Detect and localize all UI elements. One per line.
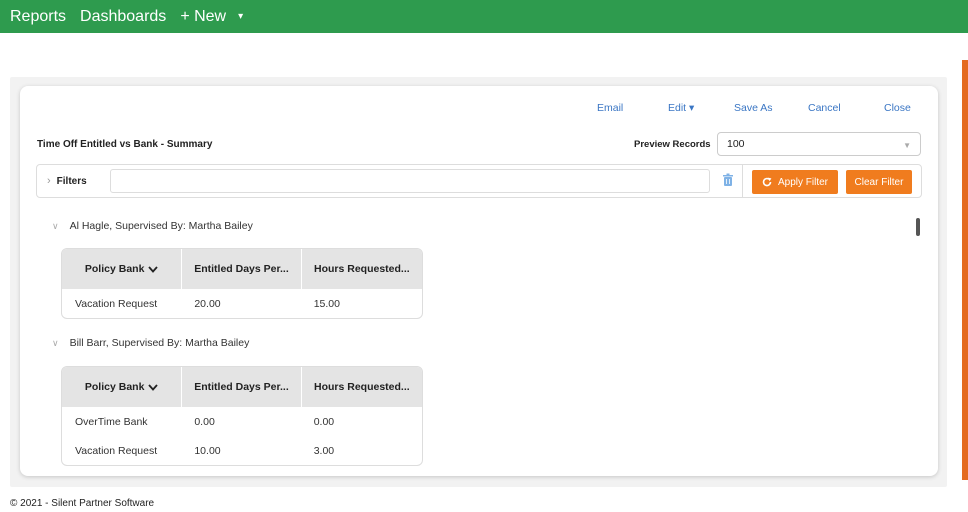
group-header-label: Al Hagle, Supervised By: Martha Bailey (69, 220, 253, 232)
column-header-label: Policy Bank (84, 381, 145, 393)
cell-entitled: 0.00 (194, 415, 215, 428)
report-title: Time Off Entitled vs Bank - Summary (37, 139, 213, 150)
column-header-hours-requested[interactable]: Hours Requested... (300, 249, 422, 289)
chevron-down-icon: ▼ (903, 141, 911, 150)
column-header-entitled-days[interactable]: Entitled Days Per... (181, 249, 300, 289)
column-header-entitled-days[interactable]: Entitled Days Per... (181, 367, 300, 407)
preview-records-select[interactable]: 100 ▼ (717, 132, 921, 156)
table-row: OverTime Bank 0.00 0.00 (62, 407, 422, 436)
cell-policy: Vacation Request (75, 297, 158, 310)
table-row: Vacation Request 20.00 15.00 (62, 289, 422, 318)
chevron-down-icon: ∨ (52, 337, 59, 348)
filters-toggle[interactable]: › Filters (47, 175, 87, 187)
table-header-row: Policy Bank Entitled Days Per... Hours R… (62, 367, 422, 407)
nav-new-label: + New (180, 7, 227, 25)
cancel-button[interactable]: Cancel (808, 102, 841, 114)
cell-hours: 15.00 (313, 297, 340, 310)
footer-copyright: © 2021 - Silent Partner Software (10, 498, 155, 509)
trash-icon[interactable] (722, 173, 734, 187)
preview-records-label: Preview Records (634, 139, 711, 150)
filter-divider (742, 165, 743, 197)
apply-filter-label: Apply Filter (777, 176, 828, 188)
column-header-hours-requested[interactable]: Hours Requested... (300, 367, 422, 407)
summary-table: Policy Bank Entitled Days Per... Hours R… (61, 248, 423, 319)
chevron-down-icon (148, 383, 159, 391)
edit-dropdown-button[interactable]: Edit ▾ (668, 102, 694, 114)
cell-hours: 0.00 (313, 415, 335, 428)
table-row: Vacation Request 10.00 3.00 (62, 436, 422, 465)
column-header-label: Policy Bank (84, 263, 145, 275)
apply-filter-button[interactable]: Apply Filter (752, 170, 838, 194)
nav-new[interactable]: + New ▾ (180, 8, 243, 26)
preview-records-value: 100 (727, 138, 745, 150)
report-actions: Email Edit ▾ Save As Cancel Close (0, 102, 968, 116)
group-header[interactable]: ∨ Al Hagle, Supervised By: Martha Bailey (52, 220, 253, 232)
chevron-down-icon[interactable]: ▾ (238, 11, 243, 22)
save-as-button[interactable]: Save As (734, 102, 773, 114)
filter-input[interactable] (110, 169, 710, 193)
nav-dashboards[interactable]: Dashboards (80, 8, 166, 26)
cell-policy: Vacation Request (75, 444, 158, 457)
cell-hours: 3.00 (313, 444, 335, 457)
chevron-down-icon: ∨ (52, 220, 59, 231)
table-header-row: Policy Bank Entitled Days Per... Hours R… (62, 249, 422, 289)
cell-entitled: 10.00 (194, 444, 221, 457)
cell-policy: OverTime Bank (75, 415, 148, 428)
column-header-policy-bank[interactable]: Policy Bank (62, 249, 181, 289)
right-edge-panel (962, 60, 968, 480)
scrollbar-thumb[interactable] (916, 218, 920, 236)
cell-entitled: 20.00 (194, 297, 221, 310)
group-header-label: Bill Barr, Supervised By: Martha Bailey (69, 337, 250, 349)
chevron-down-icon (148, 265, 159, 273)
refresh-icon (762, 177, 772, 187)
summary-table: Policy Bank Entitled Days Per... Hours R… (61, 366, 423, 466)
top-nav-bar: Reports Dashboards + New ▾ (0, 0, 968, 33)
email-button[interactable]: Email (597, 102, 623, 114)
clear-filter-button[interactable]: Clear Filter (846, 170, 912, 194)
nav-reports[interactable]: Reports (10, 8, 66, 26)
close-button[interactable]: Close (884, 102, 911, 114)
filters-label: Filters (56, 175, 87, 187)
chevron-right-icon: › (47, 175, 51, 187)
column-header-policy-bank[interactable]: Policy Bank (62, 367, 181, 407)
group-header[interactable]: ∨ Bill Barr, Supervised By: Martha Baile… (52, 337, 249, 349)
